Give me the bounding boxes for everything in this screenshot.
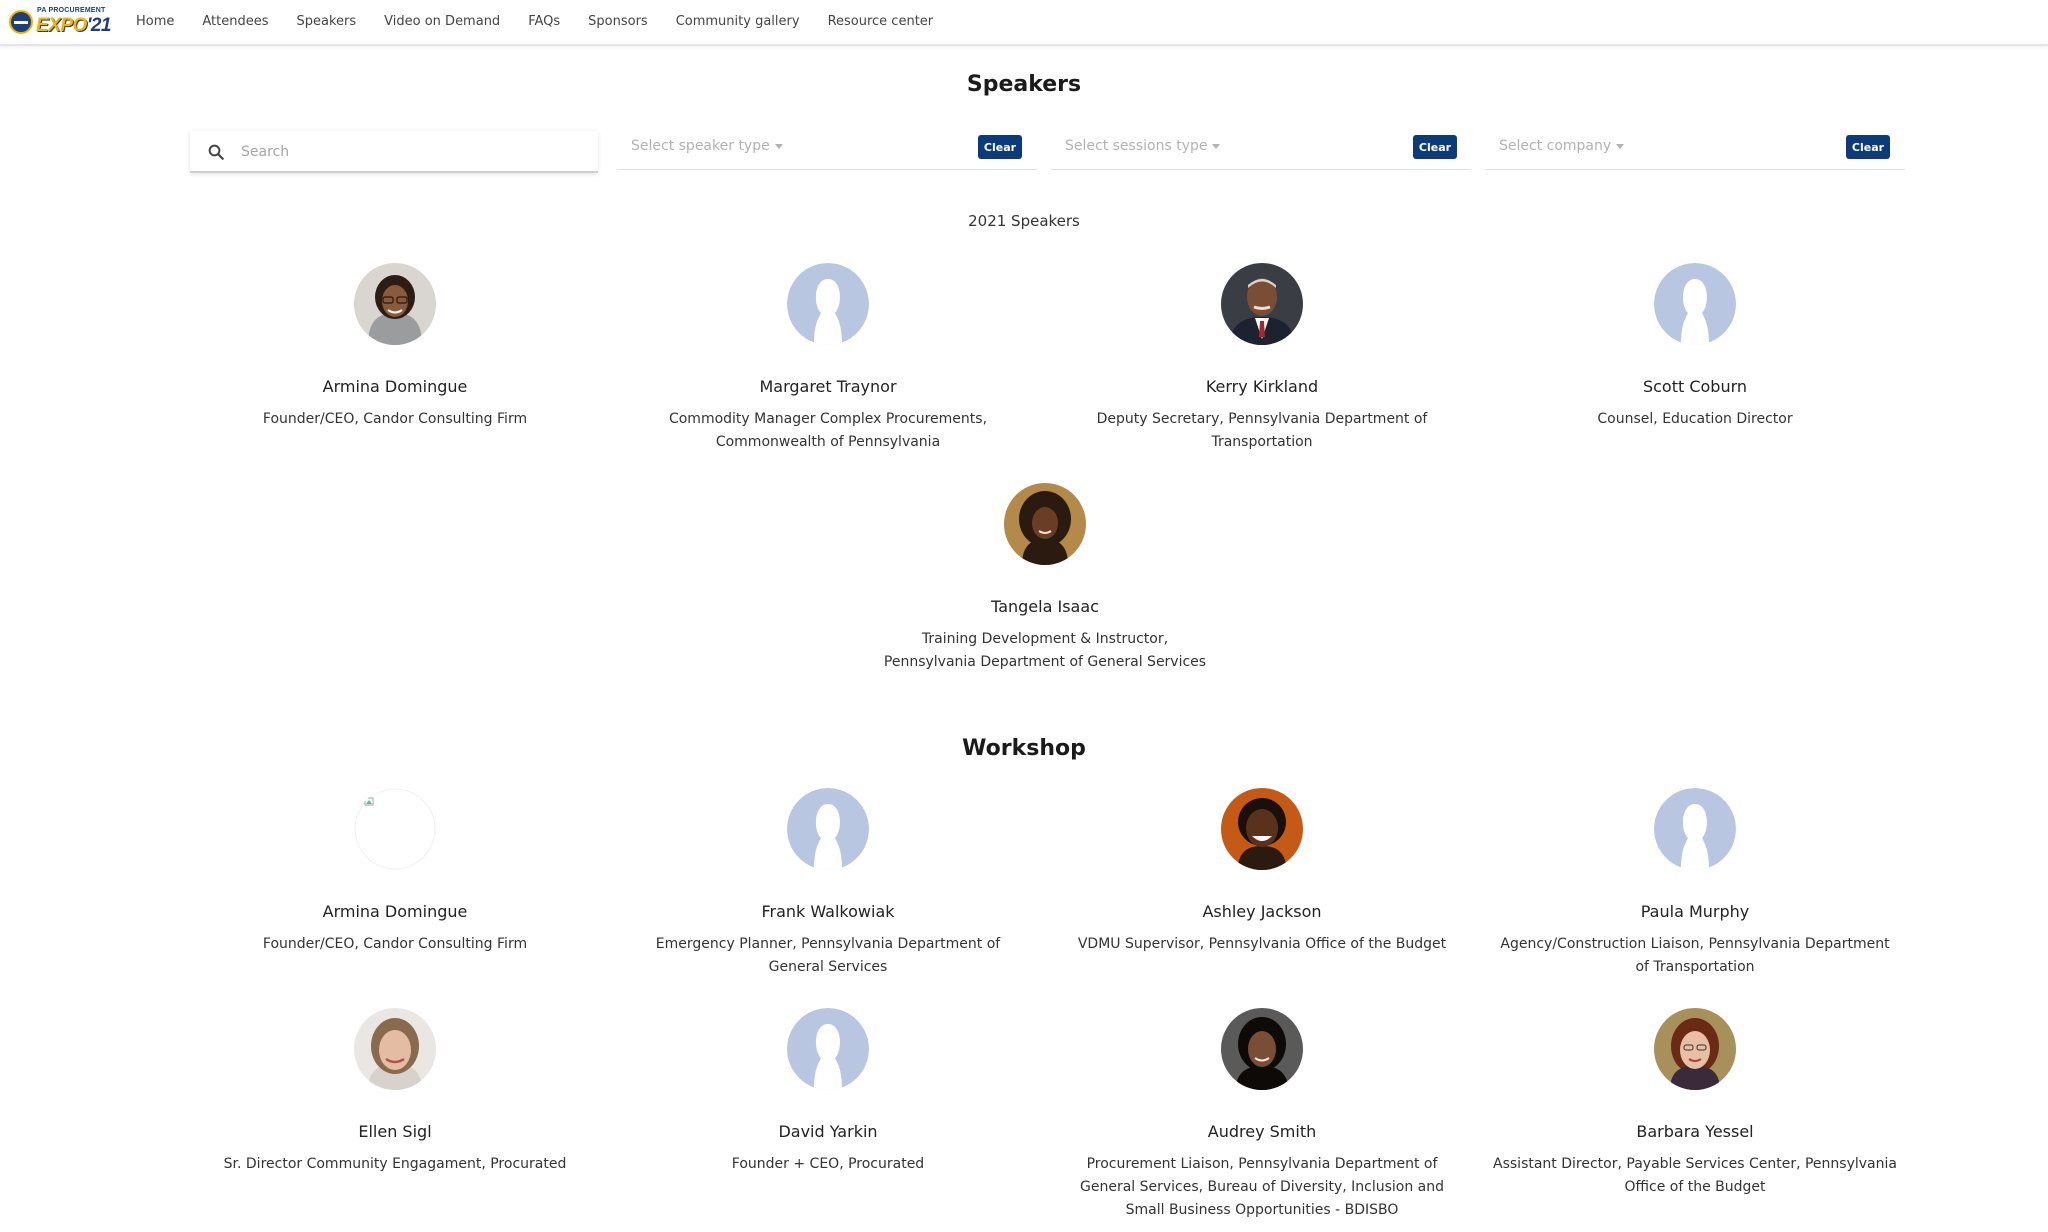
speaker-title: Counsel, Education Director <box>1597 411 1793 427</box>
speaker-type-filter: Select speaker type Clear <box>617 128 1037 170</box>
speaker-name: Scott Coburn <box>1642 377 1748 396</box>
speaker-name: Ellen Sigl <box>358 1122 432 1141</box>
speaker-name: Kerry Kirkland <box>1205 377 1319 396</box>
speaker-type-select[interactable]: Select speaker type <box>631 138 783 154</box>
avatar <box>354 1008 436 1090</box>
nav-item-attendees[interactable]: Attendees <box>202 14 268 29</box>
sessions-type-select[interactable]: Select sessions type <box>1065 138 1221 154</box>
caret-down-icon <box>774 143 783 149</box>
sessions-type-filter: Select sessions type Clear <box>1051 128 1471 170</box>
avatar <box>1221 1008 1303 1090</box>
speaker-card[interactable]: Margaret Traynor Commodity Manager Compl… <box>618 263 1038 454</box>
caret-down-icon <box>1616 143 1625 149</box>
speaker-photo <box>354 263 436 345</box>
default-avatar-icon <box>787 263 869 345</box>
speaker-card[interactable]: Kerry Kirkland Deputy Secretary, Pennsyl… <box>1052 263 1472 454</box>
speaker-photo <box>1004 483 1086 565</box>
speaker-card[interactable]: Audrey Smith Procurement Liaison, Pennsy… <box>1052 1008 1472 1222</box>
search-input[interactable] <box>241 139 581 165</box>
search-icon <box>208 144 224 160</box>
nav-item-video-on-demand[interactable]: Video on Demand <box>384 14 500 29</box>
avatar <box>1221 263 1303 345</box>
speaker-card[interactable]: David Yarkin Founder + CEO, Procurated <box>618 1008 1038 1176</box>
company-select[interactable]: Select company <box>1499 138 1625 154</box>
nav-item-faqs[interactable]: FAQs <box>528 14 560 29</box>
nav-item-home[interactable]: Home <box>136 14 174 29</box>
speaker-photo <box>1221 263 1303 345</box>
avatar <box>787 1008 869 1090</box>
speaker-name: Armina Domingue <box>322 902 468 921</box>
speaker-card[interactable]: Frank Walkowiak Emergency Planner, Penns… <box>618 788 1038 979</box>
speaker-photo <box>1654 1008 1736 1090</box>
speaker-title: Founder/CEO, Candor Consulting Firm <box>262 411 528 427</box>
speaker-name: Barbara Yessel <box>1636 1122 1754 1141</box>
pa-seal-icon <box>9 10 33 34</box>
speaker-title: Founder + CEO, Procurated <box>731 1156 925 1172</box>
speaker-title: Sr. Director Community Engagament, Procu… <box>223 1156 567 1172</box>
speaker-card[interactable]: Ashley Jackson VDMU Supervisor, Pennsylv… <box>1052 788 1472 956</box>
avatar <box>1654 1008 1736 1090</box>
speaker-name: Audrey Smith <box>1207 1122 1317 1141</box>
default-avatar-icon <box>1654 263 1736 345</box>
speaker-title: Emergency Planner, Pennsylvania Departme… <box>655 936 1001 975</box>
search-box <box>190 131 598 173</box>
nav-item-resource-center[interactable]: Resource center <box>828 14 934 29</box>
speaker-title: Procurement Liaison, Pennsylvania Depart… <box>1080 1156 1444 1218</box>
section-label-2021-speakers: 2021 Speakers <box>968 212 1080 230</box>
speaker-type-clear-button[interactable]: Clear <box>978 135 1022 159</box>
default-avatar-icon <box>1654 788 1736 870</box>
speaker-photo <box>1221 1008 1303 1090</box>
speaker-photo <box>354 1008 436 1090</box>
speaker-name: David Yarkin <box>778 1122 878 1141</box>
company-filter: Select company Clear <box>1485 128 1905 170</box>
default-avatar-icon <box>787 788 869 870</box>
avatar <box>787 788 869 870</box>
nav-item-community-gallery[interactable]: Community gallery <box>676 14 800 29</box>
nav-item-sponsors[interactable]: Sponsors <box>588 14 648 29</box>
speaker-card[interactable]: Barbara Yessel Assistant Director, Payab… <box>1485 1008 1905 1199</box>
nav-item-speakers[interactable]: Speakers <box>297 14 357 29</box>
speaker-name: Frank Walkowiak <box>761 902 895 921</box>
expo-logo[interactable]: PA PROCUREMENT EXPO'21 <box>9 7 115 36</box>
speaker-card[interactable]: Armina Domingue Founder/CEO, Candor Cons… <box>185 788 605 956</box>
avatar <box>1654 263 1736 345</box>
page-title: Speakers <box>966 72 1082 97</box>
speaker-card[interactable]: Paula Murphy Agency/Construction Liaison… <box>1485 788 1905 979</box>
avatar <box>354 788 436 870</box>
speaker-name: Tangela Isaac <box>991 597 1099 616</box>
main-nav: Home Attendees Speakers Video on Demand … <box>136 0 961 42</box>
avatar <box>1221 788 1303 870</box>
sessions-type-clear-button[interactable]: Clear <box>1413 135 1457 159</box>
avatar <box>1004 483 1086 565</box>
speaker-title: Commodity Manager Complex Procurements, … <box>668 411 988 450</box>
speaker-name: Margaret Traynor <box>759 377 897 396</box>
speaker-name: Paula Murphy <box>1640 902 1750 921</box>
logo-top-text: PA PROCUREMENT <box>37 7 106 14</box>
speaker-card[interactable]: Tangela Isaac Training Development & Ins… <box>835 483 1255 674</box>
caret-down-icon <box>1212 143 1221 149</box>
section-heading-workshop: Workshop <box>962 736 1086 761</box>
avatar <box>1654 788 1736 870</box>
speaker-card[interactable]: Scott Coburn Counsel, Education Director <box>1485 263 1905 431</box>
speaker-title: Training Development & Instructor, Penns… <box>883 631 1207 670</box>
top-navbar: PA PROCUREMENT EXPO'21 Home Attendees Sp… <box>0 0 2048 46</box>
speaker-title: Deputy Secretary, Pennsylvania Departmen… <box>1096 411 1428 450</box>
speaker-title: Assistant Director, Payable Services Cen… <box>1493 1156 1897 1195</box>
avatar <box>354 263 436 345</box>
avatar <box>787 263 869 345</box>
broken-image-icon <box>354 788 436 870</box>
speaker-name: Ashley Jackson <box>1202 902 1322 921</box>
speaker-card[interactable]: Armina Domingue Founder/CEO, Candor Cons… <box>185 263 605 431</box>
default-avatar-icon <box>787 1008 869 1090</box>
company-clear-button[interactable]: Clear <box>1846 135 1890 159</box>
speaker-card[interactable]: Ellen Sigl Sr. Director Community Engaga… <box>185 1008 605 1176</box>
speaker-title: VDMU Supervisor, Pennsylvania Office of … <box>1077 936 1447 952</box>
speaker-photo <box>1221 788 1303 870</box>
speaker-title: Founder/CEO, Candor Consulting Firm <box>262 936 528 952</box>
logo-main-text: EXPO'21 <box>36 15 111 36</box>
speaker-name: Armina Domingue <box>322 377 468 396</box>
speaker-title: Agency/Construction Liaison, Pennsylvani… <box>1500 936 1890 975</box>
